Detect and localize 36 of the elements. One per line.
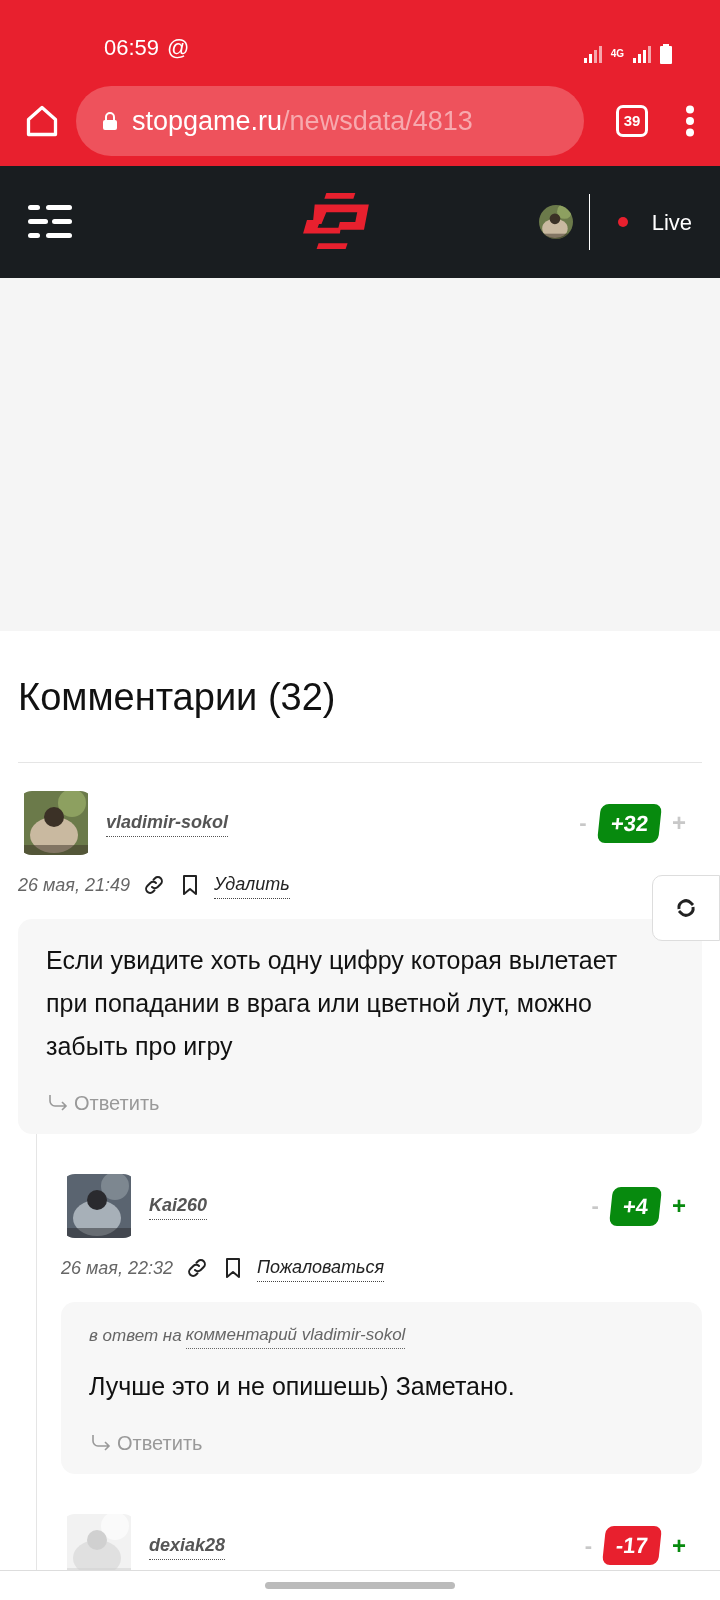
live-link[interactable]: Live	[651, 205, 692, 239]
author-link[interactable]: dexiak28	[149, 1531, 226, 1560]
network-type: 4G	[610, 49, 624, 59]
reply-to-label: в ответ на	[89, 1324, 182, 1347]
home-icon[interactable]	[24, 103, 60, 139]
reply-button[interactable]: Ответить	[89, 1427, 622, 1458]
address-bar[interactable]: stopgame.ru/newsdata/4813	[76, 86, 584, 156]
clock: 06:59	[104, 34, 160, 62]
lock-icon	[100, 111, 120, 131]
site-logo[interactable]	[301, 193, 370, 251]
author-link[interactable]: Kai260	[149, 1192, 208, 1220]
upvote-button[interactable]: +	[672, 1194, 686, 1218]
comment-action-link[interactable]: Удалить	[214, 871, 290, 899]
rating-badge: -17	[602, 1526, 663, 1565]
comment-date: 26 мая, 22:32	[61, 1256, 174, 1280]
signal-icon	[582, 44, 603, 64]
more-icon[interactable]	[684, 105, 696, 137]
comments-heading: Комментарии (32)	[18, 669, 702, 763]
comment-text: Лучше это и не опишешь) Заметано.	[89, 1370, 516, 1402]
rating-badge: +4	[608, 1186, 663, 1226]
author-link[interactable]: vladimir-sokol	[106, 809, 229, 837]
url-text: stopgame.ru/newsdata/4813	[132, 104, 473, 138]
refresh-button[interactable]	[652, 875, 720, 941]
refresh-icon	[674, 896, 698, 920]
rating-badge: +32	[596, 803, 663, 843]
signal-icon	[632, 44, 652, 64]
comment-action-link[interactable]: Пожаловаться	[257, 1254, 385, 1282]
reply-to-link[interactable]: комментарий vladimir-sokol	[185, 1322, 406, 1349]
battery-icon	[660, 44, 672, 64]
comment-text: Если увидите хоть одну цифру которая вылетает при попадании в врага или цветной лут, можно забыть про игру	[46, 945, 619, 1062]
upvote-button[interactable]: +	[672, 1533, 686, 1558]
menu-icon[interactable]	[28, 205, 72, 239]
comment-date: 26 мая, 21:49	[18, 873, 131, 897]
at-sign: @	[167, 34, 190, 62]
tabs-button[interactable]: 39	[616, 105, 648, 137]
reply-button[interactable]: Ответить	[46, 1088, 622, 1118]
